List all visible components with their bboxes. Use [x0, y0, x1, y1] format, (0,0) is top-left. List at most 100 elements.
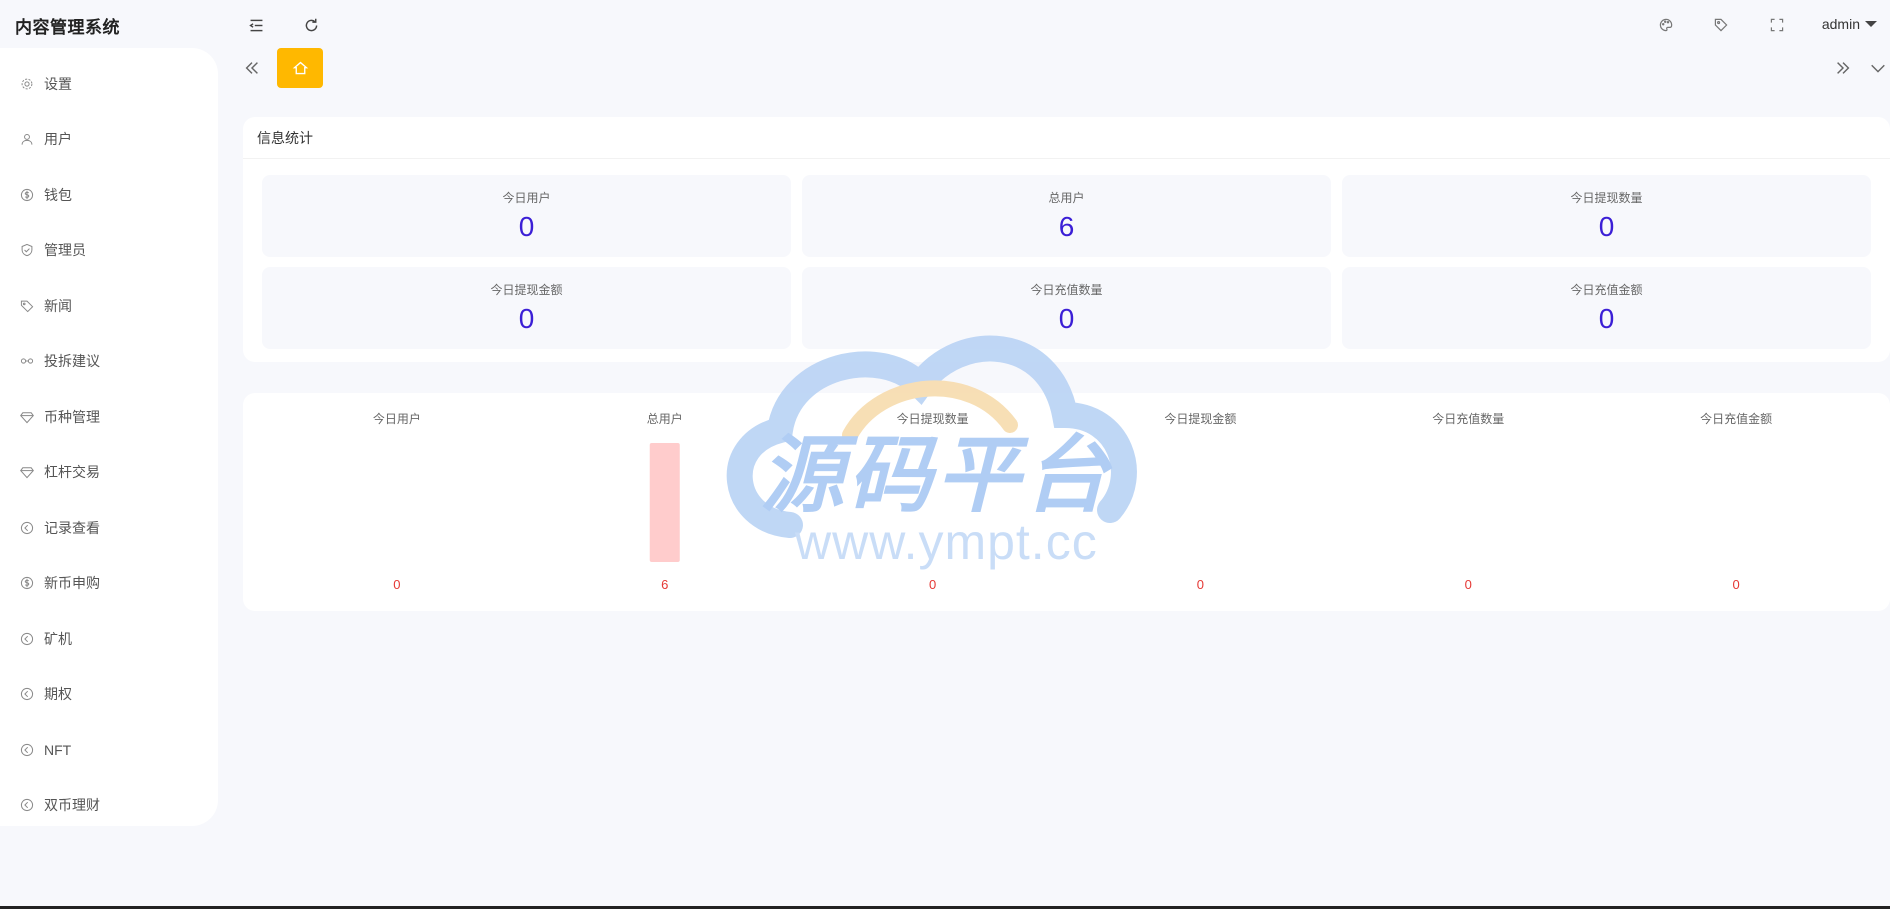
stat-label: 今日用户 [502, 191, 551, 205]
sidebar-item-label: 记录查看 [44, 519, 100, 536]
chart-category-label: 今日充值金额 [1700, 411, 1772, 426]
tag-button[interactable] [1710, 14, 1732, 36]
sidebar-item-label: 钱包 [44, 186, 72, 203]
sidebar-item-2[interactable]: 钱包 [0, 167, 218, 223]
stat-value: 0 [1058, 303, 1075, 334]
stat-label: 今日提现数量 [1570, 191, 1643, 205]
sidebar-item-label: 双币理财 [44, 797, 100, 814]
stat-box: 今日充值金额 0 [1342, 267, 1871, 349]
circle-arrow-icon [20, 743, 34, 757]
user-menu[interactable]: admin [1822, 16, 1877, 32]
sidebar-item-label: 管理员 [44, 242, 86, 259]
stat-label: 今日充值数量 [1030, 283, 1103, 297]
circle-arrow-icon [20, 687, 34, 701]
stat-box: 今日用户 0 [262, 175, 791, 257]
diamond-icon [20, 410, 34, 424]
sidebar-item-6[interactable]: 币种管理 [0, 389, 218, 445]
chart-category-label: 今日提现金额 [1164, 411, 1236, 426]
sidebar-item-label: 期权 [44, 686, 72, 703]
dollar-icon [20, 188, 34, 202]
stat-value: 6 [1058, 211, 1075, 242]
sidebar-item-label: NFT [44, 741, 72, 758]
sidebar-item-label: 矿机 [44, 630, 72, 647]
chevron-down-icon [1871, 64, 1885, 73]
circle-arrow-icon [20, 521, 34, 535]
refresh-button[interactable] [300, 14, 322, 36]
sidebar-item-label: 设置 [44, 75, 72, 92]
stat-value: 0 [518, 211, 535, 242]
fullscreen-button[interactable] [1766, 14, 1788, 36]
sidebar-item-12[interactable]: NFT [0, 722, 218, 778]
sidebar-toggle-button[interactable] [245, 14, 267, 36]
tab-home[interactable] [277, 48, 323, 88]
link-icon [20, 354, 34, 368]
chart-category-label: 总用户 [647, 411, 683, 426]
theme-button[interactable] [1655, 14, 1677, 36]
sidebar-item-label: 用户 [44, 131, 72, 148]
dollar-icon [20, 576, 34, 590]
stat-box: 今日充值数量 0 [802, 267, 1331, 349]
stat-value: 0 [1598, 211, 1615, 242]
fullscreen-icon [1770, 18, 1784, 32]
double-chevron-right-icon [1837, 62, 1850, 74]
gear-icon [20, 77, 34, 91]
sidebar-item-label: 杠杆交易 [44, 464, 100, 481]
stat-label: 今日提现金额 [490, 283, 563, 297]
stat-value: 0 [518, 303, 535, 334]
chart-data-label: 0 [1732, 577, 1739, 592]
sidebar: 设置用户钱包管理员新闻投拆建议币种管理杠杆交易记录查看新币申购矿机期权 NFT 双币… [0, 48, 218, 826]
diamond-icon [20, 465, 34, 479]
bar-chart: 今日用户 0 总用户 6 今日提现数量 0 今日提现金额 0 今日充值数量 0 今日充值金额 0 [373, 411, 1772, 592]
sidebar-item-label: 投拆建议 [44, 353, 100, 370]
chevron-down-icon [1865, 21, 1877, 27]
app-title: 内容管理系统 [15, 18, 120, 37]
refresh-icon [305, 18, 317, 31]
chart-category-label: 今日充值数量 [1432, 411, 1504, 426]
chart-data-label: 0 [1197, 577, 1204, 592]
indent-icon [248, 19, 262, 31]
chart-data-label: 0 [929, 577, 936, 592]
sidebar-item-10[interactable]: 矿机 [0, 611, 218, 667]
sidebar-item-label: 新币申购 [44, 575, 100, 592]
sidebar-item-label: 新闻 [44, 297, 72, 314]
stat-box: 总用户 6 [802, 175, 1331, 257]
stats-title: 信息统计 [243, 117, 1890, 159]
sidebar-item-13[interactable]: 双币理财 [0, 778, 218, 834]
sidebar-item-8[interactable]: 记录查看 [0, 500, 218, 556]
tag-icon [1714, 18, 1728, 32]
sidebar-item-5[interactable]: 投拆建议 [0, 334, 218, 390]
username: admin [1821, 16, 1860, 32]
chart-data-label: 0 [1465, 577, 1472, 592]
stat-box: 今日提现数量 0 [1342, 175, 1871, 257]
sidebar-item-4[interactable]: 新闻 [0, 278, 218, 334]
sidebar-item-label: 币种管理 [44, 408, 100, 425]
shield-icon [20, 243, 34, 257]
double-chevron-left-icon [245, 62, 258, 74]
tab-scroll-left-button[interactable] [240, 56, 264, 80]
sidebar-item-11[interactable]: 期权 [0, 667, 218, 723]
sidebar-item-0[interactable]: 设置 [0, 56, 218, 112]
sidebar-item-9[interactable]: 新币申购 [0, 556, 218, 612]
palette-icon [1659, 18, 1673, 32]
stats-card: 信息统计 今日用户 0 总用户 6 今日提现数量 0 今日提现金额 0 今日充值数量 0 今日充值金… [243, 117, 1890, 362]
tab-scroll-right-button[interactable] [1831, 56, 1855, 80]
stat-box: 今日提现金额 0 [262, 267, 791, 349]
stats-grid: 今日用户 0 总用户 6 今日提现数量 0 今日提现金额 0 今日充值数量 0 今日充值金额 0 [262, 175, 1871, 349]
tag-icon [20, 299, 34, 313]
home-icon [292, 61, 308, 74]
chart-card: 今日用户 0 总用户 6 今日提现数量 0 今日提现金额 0 今日充值数量 0 今日充值金额 0 [243, 393, 1890, 611]
chart-data-label: 6 [661, 577, 668, 592]
circle-arrow-icon [20, 632, 34, 646]
sidebar-item-7[interactable]: 杠杆交易 [0, 445, 218, 501]
chart-data-label: 0 [393, 577, 400, 592]
top-header: 内容管理系统 admin [0, 0, 1890, 48]
chart-category-label: 今日提现数量 [897, 411, 969, 426]
stat-label: 今日充值金额 [1570, 283, 1643, 297]
tab-menu-button[interactable] [1866, 56, 1890, 80]
sidebar-item-3[interactable]: 管理员 [0, 223, 218, 279]
stat-label: 总用户 [1048, 191, 1085, 205]
sidebar-item-1[interactable]: 用户 [0, 112, 218, 168]
user-icon [20, 132, 34, 146]
chart-bar[interactable] [649, 443, 680, 562]
chart-category-label: 今日用户 [373, 411, 421, 426]
